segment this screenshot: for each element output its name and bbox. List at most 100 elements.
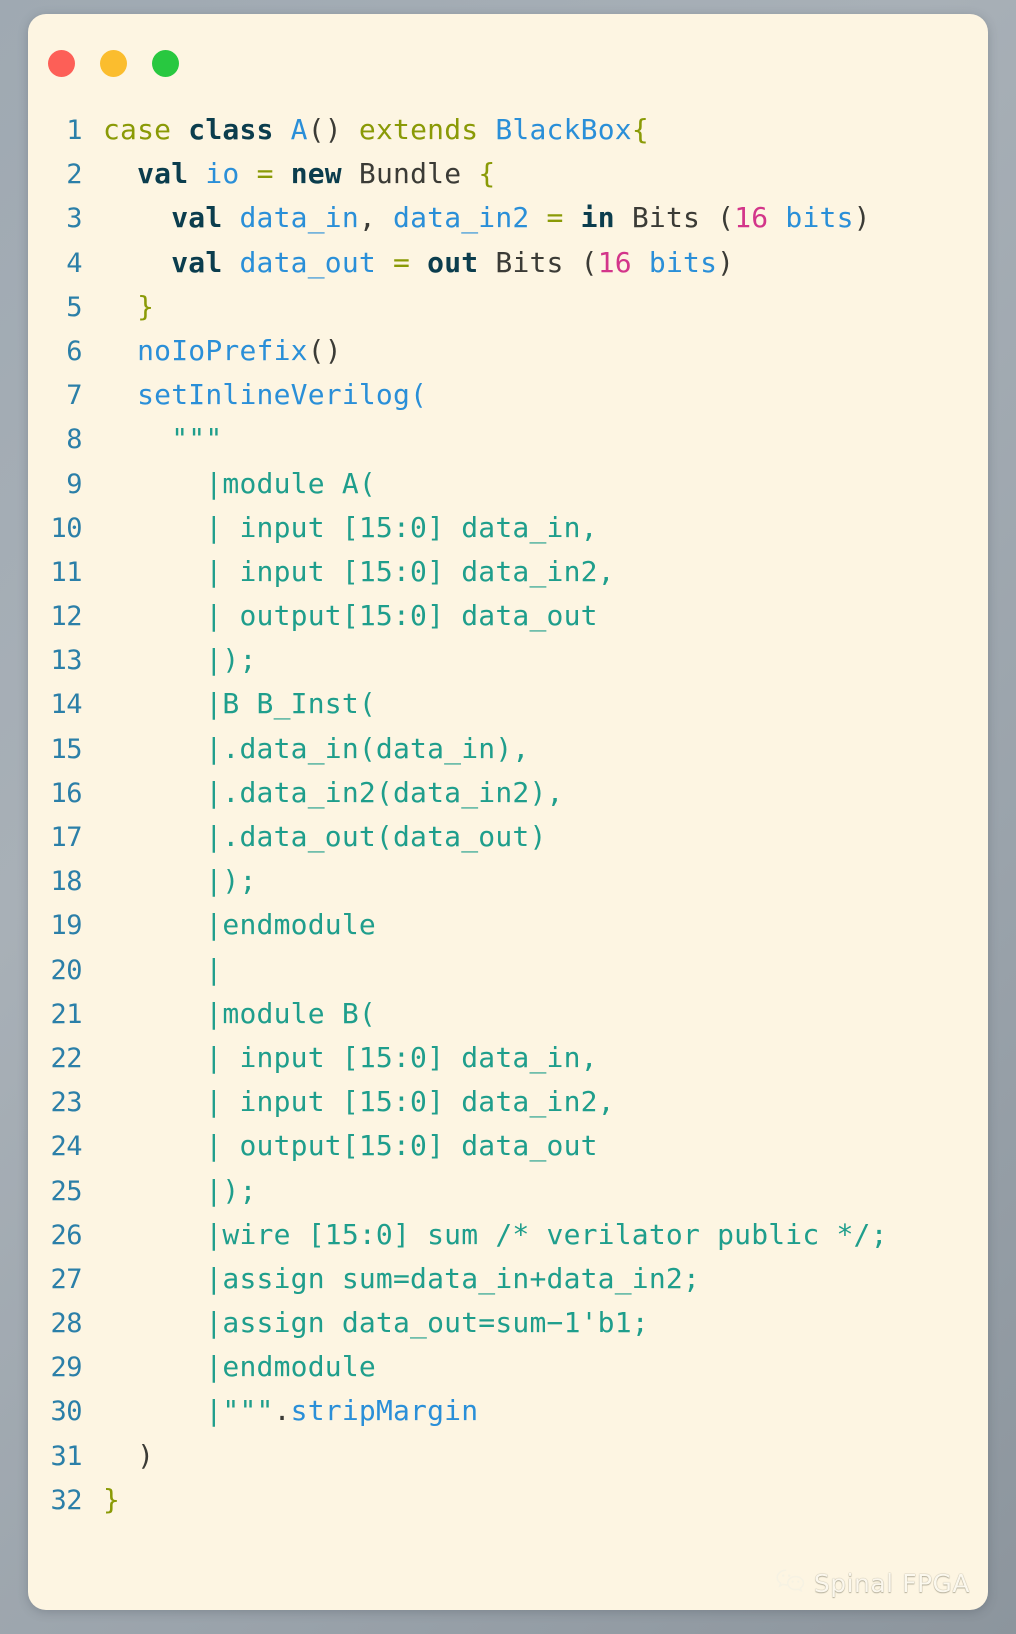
code-token: |.data_in2(data_in2), <box>205 775 564 809</box>
line-number: 6 <box>66 335 82 367</box>
code-token: |endmodule <box>205 908 376 942</box>
code-token: val <box>171 245 223 279</box>
code-line[interactable]: 32} <box>28 1478 988 1522</box>
code-line[interactable]: 17 |.data_out(data_out) <box>28 815 988 859</box>
code-window: 1 case class A() extends BlackBox{2 val i… <box>28 14 988 1610</box>
line-number: 5 <box>66 291 82 323</box>
code-token: , <box>358 201 376 235</box>
code-token: | input [15:0] data_in, <box>205 1040 598 1074</box>
line-number: 1 <box>66 115 82 146</box>
code-line[interactable]: 31 ) <box>28 1434 988 1478</box>
code-token: | output[15:0] data_out <box>205 599 598 633</box>
line-number: 3 <box>66 203 82 235</box>
close-button[interactable] <box>48 50 75 77</box>
line-number: 22 <box>50 1042 82 1074</box>
code-line[interactable]: 13 |); <box>28 638 988 682</box>
code-line[interactable]: 1 case class A() extends BlackBox{ <box>28 108 988 152</box>
code-line[interactable]: 23 | input [15:0] data_in2, <box>28 1080 988 1124</box>
code-line[interactable]: 15 |.data_in(data_in), <box>28 727 988 771</box>
code-line[interactable]: 4 val data_out = out Bits (16 bits) <box>28 241 988 285</box>
line-number: 30 <box>50 1396 82 1428</box>
line-number: 23 <box>50 1087 82 1119</box>
code-token: A <box>290 113 308 146</box>
code-text: |module A( <box>103 462 376 506</box>
code-text: } <box>103 285 154 329</box>
code-token: Bits ( <box>614 201 735 235</box>
line-number: 4 <box>66 247 82 279</box>
code-line[interactable]: 14 |B B_Inst( <box>28 682 988 726</box>
code-line[interactable]: 28 |assign data_out=sum−1'b1; <box>28 1301 988 1345</box>
window-controls <box>48 50 179 77</box>
code-text: |endmodule <box>103 903 376 947</box>
code-line[interactable]: 12 | output[15:0] data_out <box>28 594 988 638</box>
code-text: |""".stripMargin <box>103 1389 478 1433</box>
wechat-icon <box>775 1568 805 1598</box>
code-line[interactable]: 26 |wire [15:0] sum /* verilator public … <box>28 1213 988 1257</box>
code-token: extends <box>341 113 496 146</box>
maximize-button[interactable] <box>152 50 179 77</box>
code-line[interactable]: 27 |assign sum=data_in+data_in2; <box>28 1257 988 1301</box>
code-line[interactable]: 30 |""".stripMargin <box>28 1389 988 1433</box>
code-line[interactable]: 25 |); <box>28 1169 988 1213</box>
line-number: 20 <box>50 954 82 986</box>
code-line[interactable]: 8 """ <box>28 417 988 461</box>
code-line[interactable]: 21 |module B( <box>28 992 988 1036</box>
code-token: |module A( <box>205 466 376 500</box>
code-text: |.data_in2(data_in2), <box>103 771 564 815</box>
code-line[interactable]: 29 |endmodule <box>28 1345 988 1389</box>
code-token: = <box>393 245 411 279</box>
code-line[interactable]: 24 | output[15:0] data_out <box>28 1124 988 1168</box>
line-number: 32 <box>50 1484 82 1516</box>
watermark-label: Spinal FPGA <box>813 1568 970 1598</box>
code-token: ) <box>137 1438 155 1472</box>
code-editor[interactable]: 1 case class A() extends BlackBox{2 val i… <box>28 108 988 1610</box>
code-token: | input [15:0] data_in2, <box>205 1085 615 1119</box>
code-line[interactable]: 19 |endmodule <box>28 903 988 947</box>
line-number: 14 <box>50 689 82 721</box>
code-token: noIoPrefix <box>137 333 308 367</box>
line-number: 11 <box>50 556 82 588</box>
code-text: val data_out = out Bits (16 bits) <box>103 241 734 285</box>
code-line[interactable]: 20 | <box>28 948 988 992</box>
code-line[interactable]: 16 |.data_in2(data_in2), <box>28 771 988 815</box>
minimize-button[interactable] <box>100 50 127 77</box>
window-titlebar <box>28 14 988 94</box>
code-line[interactable]: 5 } <box>28 285 988 329</box>
code-text: val io = new Bundle { <box>103 152 495 196</box>
code-line[interactable]: 18 |); <box>28 859 988 903</box>
line-number: 25 <box>50 1175 82 1207</box>
code-text: | input [15:0] data_in2, <box>103 1080 615 1124</box>
code-token: |endmodule <box>205 1350 376 1384</box>
code-line[interactable]: 3 val data_in, data_in2 = in Bits (16 bi… <box>28 196 988 240</box>
code-line[interactable]: 2 val io = new Bundle { <box>28 152 988 196</box>
code-line[interactable]: 9 |module A( <box>28 462 988 506</box>
code-line[interactable]: 22 | input [15:0] data_in, <box>28 1036 988 1080</box>
code-line[interactable]: 6 noIoPrefix() <box>28 329 988 373</box>
code-token: . <box>273 1394 291 1428</box>
code-line[interactable]: 7 setInlineVerilog( <box>28 373 988 417</box>
code-line[interactable]: 11 | input [15:0] data_in2, <box>28 550 988 594</box>
code-token: |); <box>205 643 257 677</box>
code-line[interactable]: 10 | input [15:0] data_in, <box>28 506 988 550</box>
code-token: |B B_Inst( <box>205 687 376 721</box>
code-token: in <box>580 201 615 235</box>
line-number: 10 <box>50 512 82 544</box>
code-token: } <box>137 289 155 323</box>
